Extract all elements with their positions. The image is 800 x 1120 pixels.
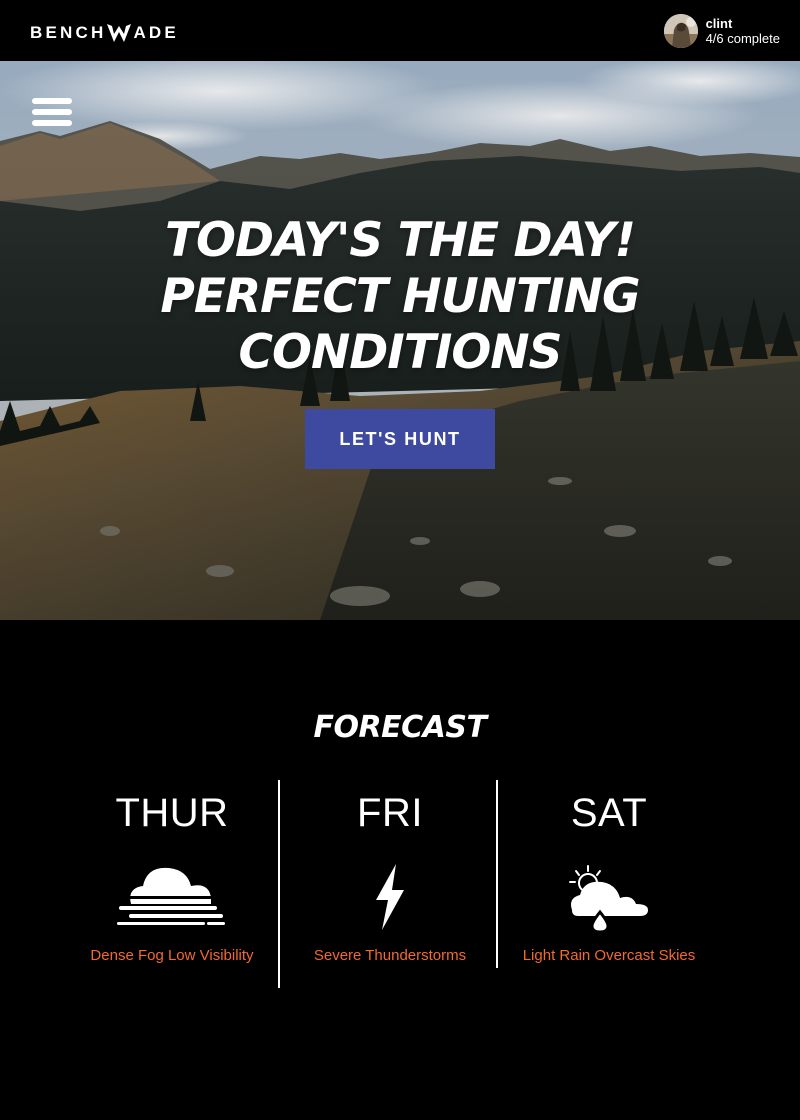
day-name: THUR (115, 791, 229, 835)
lets-hunt-button[interactable]: LET'S HUNT (305, 409, 495, 469)
day-name: SAT (570, 791, 648, 835)
avatar[interactable] (663, 14, 698, 48)
hamburger-menu-icon[interactable] (32, 98, 72, 127)
benchmade-logo[interactable]: BENCH ADE (30, 21, 179, 44)
forecast-title: FORECAST (313, 710, 487, 745)
user-name: clint (705, 15, 733, 31)
forecast-day-sat: SAT Light Rain Overcast Skies (509, 790, 709, 965)
day-condition: Severe Thunderstorms (313, 947, 467, 964)
partly-cloudy-rain-icon (569, 865, 648, 932)
hero-section: TODAY'S THE DAY! PERFECT HUNTING CONDITI… (0, 61, 800, 620)
top-bar: BENCH ADE clint 4/6 complete (0, 0, 800, 61)
forecast-section: FORECAST THUR Dense Fog Low Visibility F… (0, 620, 800, 1120)
forecast-divider (278, 780, 280, 988)
forecast-divider (496, 780, 498, 968)
avatar-image (663, 14, 698, 48)
forecast-day-thur: THUR Dense Fog Low Visibility (72, 790, 272, 965)
butterfly-logo-icon (107, 23, 132, 42)
logo-text-right: ADE (133, 22, 179, 42)
day-condition: Light Rain Overcast Skies (522, 947, 696, 964)
lightning-icon (376, 864, 404, 930)
hero-headline-line-3: CONDITIONS (238, 325, 563, 380)
hero-headline: TODAY'S THE DAY! PERFECT HUNTING CONDITI… (0, 213, 800, 381)
fog-icon (117, 867, 225, 925)
hero-headline-line-2: PERFECT HUNTING (160, 269, 640, 324)
day-condition: Dense Fog Low Visibility (90, 947, 254, 964)
day-name: FRI (357, 791, 423, 835)
user-profile[interactable]: clint 4/6 complete (663, 14, 780, 48)
forecast-day-fri: FRI Severe Thunderstorms (290, 790, 490, 965)
logo-text-left: BENCH (30, 22, 107, 42)
hero-headline-line-1: TODAY'S THE DAY! (165, 213, 636, 268)
user-info: clint 4/6 complete (706, 16, 780, 47)
user-progress: 4/6 complete (705, 30, 780, 46)
